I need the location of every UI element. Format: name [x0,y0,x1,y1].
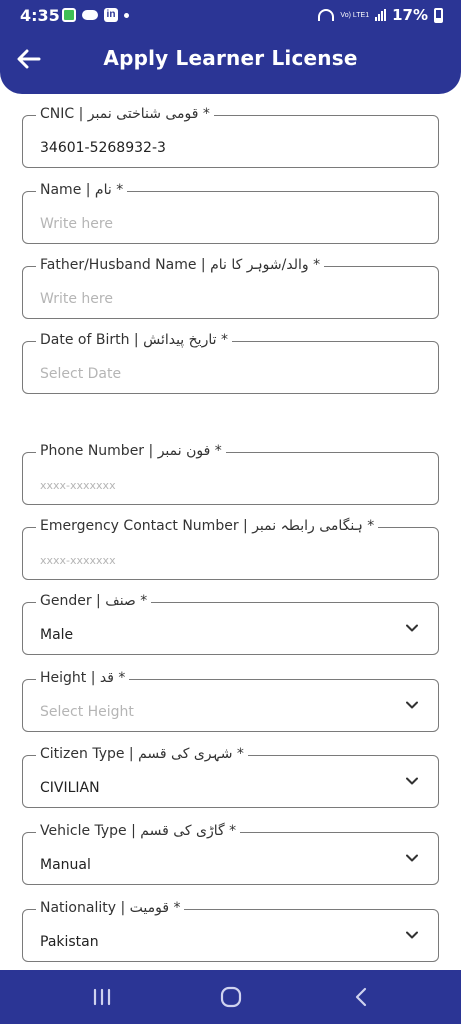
vehicle-type-select[interactable]: Vehicle Type | گاڑی کی قسم * Manual [22,823,439,885]
cloud-icon [82,10,98,20]
cnic-value: 34601-5268932-3 [40,140,166,156]
citizen-type-value: CIVILIAN [40,780,100,796]
phone-placeholder: xxxx-xxxxxxx [40,479,116,492]
status-right: Vo) LTE1 17% [318,6,443,24]
home-icon[interactable] [211,983,251,1011]
vehicle-type-value: Manual [40,857,91,873]
notification-icons: in [62,8,129,22]
emergency-label: Emergency Contact Number | ہنگامی رابطہ … [36,518,379,534]
linkedin-icon: in [104,8,118,22]
network-label: Vo) LTE1 [340,11,370,19]
emergency-placeholder: xxxx-xxxxxxx [40,554,116,567]
app-header: 4:35 in Vo) LTE1 17% Apply Learner Licen… [0,0,461,94]
dob-placeholder: Select Date [40,366,122,382]
name-label: Name | نام * [36,182,128,198]
status-time: 4:35 [20,6,60,25]
chevron-down-icon [406,701,418,709]
father-name-label: Father/Husband Name | والد/شوہر کا نام * [36,257,325,273]
status-bar: 4:35 in Vo) LTE1 17% [0,0,461,32]
battery-percent: 17% [392,6,428,24]
name-placeholder: Write here [40,216,113,232]
back-icon[interactable] [341,983,381,1011]
more-notifications-icon [124,12,129,18]
vehicle-type-label: Vehicle Type | گاڑی کی قسم * [36,823,241,839]
name-field[interactable]: Name | نام * Write here [22,182,439,244]
citizen-type-label: Citizen Type | شہری کی قسم * [36,746,248,762]
chevron-down-icon [406,854,418,862]
emergency-field[interactable]: Emergency Contact Number | ہنگامی رابطہ … [22,518,439,580]
father-name-placeholder: Write here [40,291,113,307]
chevron-down-icon [406,777,418,785]
nationality-value: Pakistan [40,934,99,950]
father-name-field[interactable]: Father/Husband Name | والد/شوہر کا نام *… [22,257,439,319]
chevron-down-icon [406,624,418,632]
gender-value: Male [40,627,74,643]
chevron-down-icon [406,931,418,939]
battery-icon [434,7,443,23]
height-label: Height | قد * [36,670,130,686]
title-row: Apply Learner License [0,40,461,80]
system-nav-bar [0,970,461,1024]
cnic-label: CNIC | قومی شناختی نمبر * [36,106,214,122]
nationality-select[interactable]: Nationality | قومیت * Pakistan [22,900,439,962]
citizen-type-select[interactable]: Citizen Type | شہری کی قسم * CIVILIAN [22,746,439,808]
nationality-label: Nationality | قومیت * [36,900,185,916]
signal-icon [375,9,387,21]
cnic-field[interactable]: CNIC | قومی شناختی نمبر * 34601-5268932-… [22,106,439,168]
phone-label: Phone Number | فون نمبر * [36,443,226,459]
wifi-icon [318,9,335,21]
recent-apps-icon[interactable] [82,983,122,1011]
app-icon [62,8,76,22]
phone-field[interactable]: Phone Number | فون نمبر * xxxx-xxxxxxx [22,443,439,505]
page-title: Apply Learner License [103,46,358,70]
gender-label: Gender | صنف * [36,593,152,609]
height-placeholder: Select Height [40,704,134,720]
dob-field[interactable]: Date of Birth | تاریخ پیدائش * Select Da… [22,332,439,394]
gender-select[interactable]: Gender | صنف * Male [22,593,439,655]
height-select[interactable]: Height | قد * Select Height [22,670,439,732]
dob-label: Date of Birth | تاریخ پیدائش * [36,332,232,348]
